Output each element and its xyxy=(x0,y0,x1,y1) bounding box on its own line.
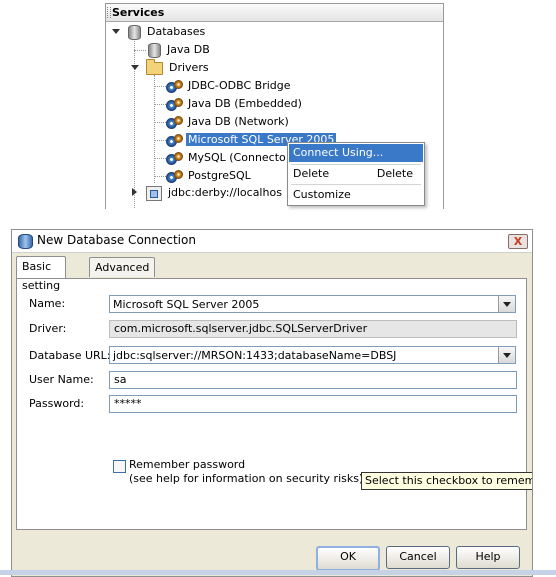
driver-icon xyxy=(166,116,183,129)
name-label: Name: xyxy=(29,297,66,310)
database-url-label: Database URL: xyxy=(29,349,111,362)
tree-node-drivers[interactable]: Drivers xyxy=(146,58,211,77)
tree-line xyxy=(134,38,135,208)
expand-drivers-toggle[interactable] xyxy=(131,65,139,70)
dialog-title: New Database Connection xyxy=(37,233,196,247)
tab-panel: Name: Microsoft SQL Server 2005 Driver: … xyxy=(16,278,527,530)
remember-password-checkbox[interactable] xyxy=(113,460,126,473)
folder-icon xyxy=(146,58,163,75)
tree-node-java-db[interactable]: Java DB xyxy=(148,41,212,59)
chevron-down-icon[interactable] xyxy=(498,347,515,363)
cancel-button[interactable]: Cancel xyxy=(386,546,450,569)
tree-line xyxy=(154,86,166,87)
user-name-label: User Name: xyxy=(29,373,94,386)
tree-line xyxy=(154,75,155,183)
tooltip: Select this checkbox to remember t xyxy=(361,472,532,490)
menu-separator xyxy=(291,184,421,185)
tree-node-databases[interactable]: Databases xyxy=(128,23,207,41)
context-menu: Connect Using... Delete Delete Customize xyxy=(287,142,425,206)
delete-shortcut: Delete xyxy=(376,167,413,180)
name-combo[interactable]: Microsoft SQL Server 2005 xyxy=(109,295,516,313)
connection-icon xyxy=(146,185,162,201)
driver-icon xyxy=(166,152,183,165)
expand-databases-toggle[interactable] xyxy=(112,29,120,34)
password-field[interactable]: ***** xyxy=(109,395,517,413)
tree-node-driver[interactable]: Java DB (Embedded) xyxy=(166,95,304,113)
tab-basic-setting[interactable]: Basic setting xyxy=(16,256,67,292)
tree-node-driver[interactable]: JDBC-ODBC Bridge xyxy=(166,77,293,95)
taskbar-strip xyxy=(0,570,556,575)
tree-line xyxy=(154,158,166,159)
driver-field: com.microsoft.sqlserver.jdbc.SQLServerDr… xyxy=(109,320,517,338)
ok-button[interactable]: OK xyxy=(316,546,380,571)
tree-node-driver[interactable]: PostgreSQL xyxy=(166,167,253,185)
database-url-combo[interactable]: jdbc:sqlserver://MRSON:1433;databaseName… xyxy=(109,346,516,364)
user-name-field[interactable]: sa xyxy=(109,371,517,389)
expand-connection-toggle[interactable] xyxy=(132,188,137,196)
tree-line xyxy=(154,104,166,105)
help-button[interactable]: Help xyxy=(456,546,520,569)
tab-advanced[interactable]: Advanced xyxy=(89,257,156,277)
menu-item-customize[interactable]: Customize xyxy=(289,186,423,204)
tree-node-driver[interactable]: Java DB (Network) xyxy=(166,113,291,131)
close-button[interactable]: X xyxy=(508,234,528,249)
driver-icon xyxy=(166,134,183,147)
tree-node-connection[interactable]: jdbc:derby://localhos xyxy=(146,184,284,202)
dialog-titlebar[interactable]: New Database Connection X xyxy=(12,230,532,253)
database-icon xyxy=(128,24,141,40)
driver-icon xyxy=(166,80,183,93)
remember-password-label[interactable]: Remember password xyxy=(129,458,245,471)
tree-line xyxy=(154,176,166,177)
close-icon: X xyxy=(513,235,523,248)
password-label: Password: xyxy=(29,397,85,410)
remember-password-note: (see help for information on security ri… xyxy=(129,472,364,485)
chevron-down-icon[interactable] xyxy=(498,296,515,312)
driver-icon xyxy=(166,170,183,183)
menu-item-connect-using[interactable]: Connect Using... xyxy=(289,144,423,162)
services-header: Services xyxy=(106,4,443,22)
database-icon xyxy=(148,42,161,58)
driver-label: Driver: xyxy=(29,322,67,335)
driver-icon xyxy=(166,98,183,111)
database-icon xyxy=(18,234,33,249)
new-database-connection-dialog: New Database Connection X Basic setting … xyxy=(11,229,533,577)
tree-line xyxy=(154,122,166,123)
tree-line xyxy=(154,140,166,141)
menu-item-delete[interactable]: Delete Delete xyxy=(289,165,423,183)
tree-node-driver[interactable]: MySQL (Connecto xyxy=(166,149,288,167)
tree-line xyxy=(134,50,146,51)
